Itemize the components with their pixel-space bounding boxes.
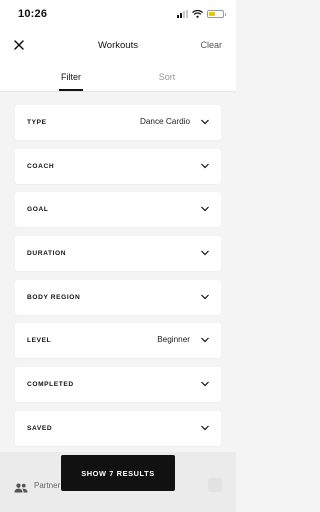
status-icons (177, 10, 226, 18)
partner-label: Partner (34, 481, 61, 490)
filter-label: SAVED (27, 424, 53, 432)
filter-row-body-region[interactable]: BODY REGION (15, 279, 221, 315)
filter-label: TYPE (27, 119, 47, 126)
filter-row-goal[interactable]: GOAL (15, 192, 221, 228)
chevron-down-icon (201, 250, 209, 256)
filter-row-saved[interactable]: SAVED (15, 410, 221, 446)
chevron-down-icon (201, 338, 209, 343)
filter-row-duration[interactable]: DURATION (15, 236, 221, 272)
chevron-down-icon (201, 163, 209, 169)
clear-button[interactable]: Clear (200, 40, 222, 50)
filter-label: GOAL (27, 206, 49, 214)
filter-label: LEVEL (27, 337, 52, 345)
signal-icon (177, 10, 188, 18)
chevron-down-icon (201, 119, 209, 125)
chevron-down-icon (201, 381, 209, 387)
chevron-down-icon (201, 294, 209, 300)
filter-label: COACH (27, 162, 55, 170)
people-icon (14, 480, 28, 498)
partner-toggle[interactable] (208, 478, 222, 492)
filter-value: Dance Cardio (139, 117, 190, 126)
tab-bar: Filter Sort (0, 62, 236, 92)
filter-row-type[interactable]: TYPE Dance Cardio (15, 105, 221, 140)
header: Workouts Clear (0, 30, 236, 62)
filter-row-completed[interactable]: COMPLETED (15, 367, 221, 403)
status-bar: 10:26 (0, 0, 236, 30)
filter-list: TYPE Dance Cardio COACH GOAL DURATION BO… (15, 105, 221, 455)
chevron-down-icon (201, 425, 209, 431)
wifi-icon (192, 10, 203, 18)
filter-label: DURATION (27, 250, 67, 258)
tab-filter[interactable]: Filter (59, 72, 83, 82)
filter-row-level[interactable]: LEVEL Beginner (15, 323, 221, 359)
tab-sort[interactable]: Sort (155, 72, 179, 82)
active-tab-indicator (59, 89, 83, 91)
chevron-down-icon (201, 206, 209, 212)
filter-row-coach[interactable]: COACH (15, 148, 221, 184)
show-results-button[interactable]: SHOW 7 RESULTS (61, 455, 175, 491)
filter-label: COMPLETED (27, 381, 74, 389)
battery-icon (207, 10, 226, 18)
status-time: 10:26 (18, 8, 48, 20)
filter-value: Beginner (157, 335, 190, 345)
filter-label: BODY REGION (27, 293, 81, 301)
